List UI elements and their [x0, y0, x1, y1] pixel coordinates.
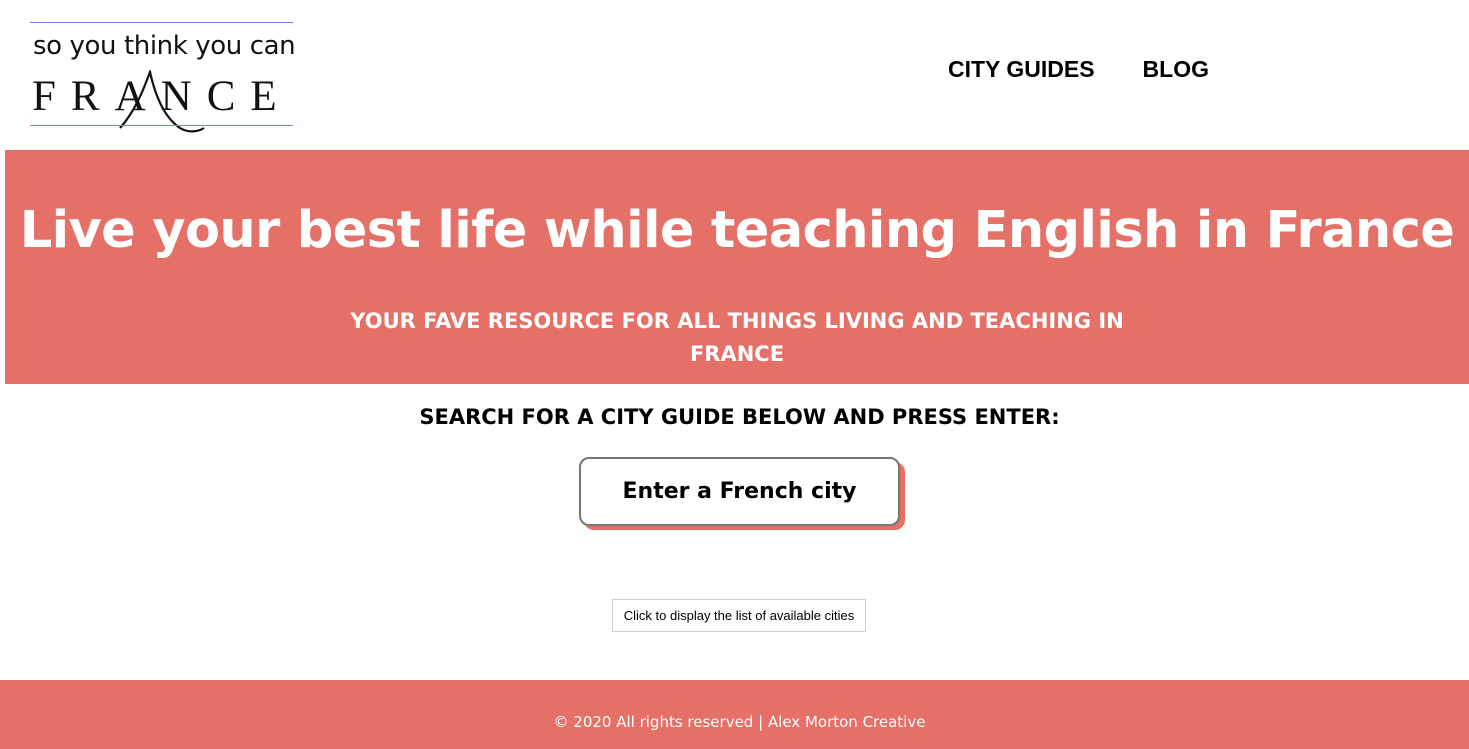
hero-subtitle: YOUR FAVE RESOURCE FOR ALL THINGS LIVING… — [350, 309, 1124, 366]
nav-city-guides[interactable]: CITY GUIDES — [948, 56, 1095, 86]
logo-tagline: so you think you can — [33, 31, 296, 61]
main-nav: CITY GUIDES BLOG — [948, 56, 1209, 86]
city-search-input[interactable] — [579, 457, 900, 526]
logo-top-rule — [30, 22, 293, 23]
hero-banner: Live your best life while teaching Engli… — [5, 150, 1469, 384]
site-logo[interactable]: so you think you can FRANCE — [30, 22, 296, 133]
hero-title: Live your best life while teaching Engli… — [19, 201, 1455, 260]
nav-blog[interactable]: BLOG — [1143, 56, 1209, 86]
search-label: SEARCH FOR A CITY GUIDE BELOW AND PRESS … — [419, 405, 1060, 429]
footer-copyright: © 2020 All rights reserved | Alex Morton… — [553, 713, 926, 731]
show-cities-button[interactable]: Click to display the list of available c… — [612, 599, 866, 632]
site-footer: © 2020 All rights reserved | Alex Morton… — [0, 680, 1469, 749]
logo-bottom-rule — [30, 125, 293, 126]
